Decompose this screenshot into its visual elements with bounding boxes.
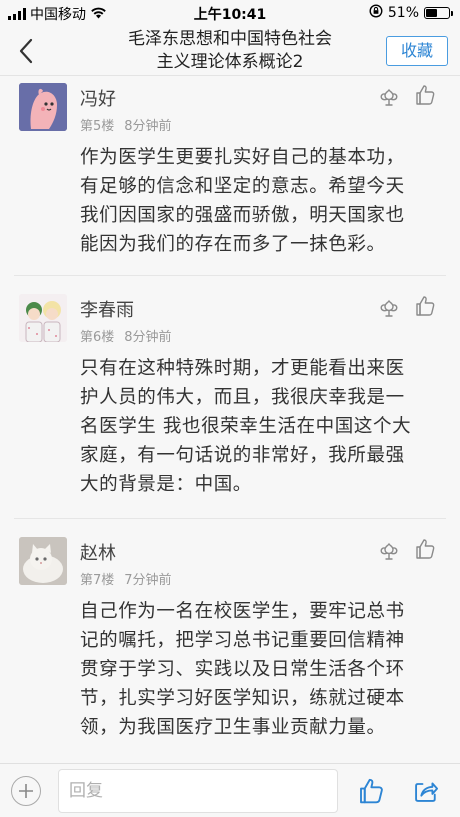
page-title-line1: 毛泽东思想和中国特色社会	[128, 29, 332, 49]
avatar[interactable]	[19, 537, 67, 585]
commenter-name: 冯好	[80, 89, 116, 110]
comment-line: 自己作为一名在校医学生，要牢记总书	[80, 601, 405, 622]
comment-line: 领，为我国医疗卫生事业贡献力量。	[80, 717, 386, 738]
floor-number: 第6楼	[80, 330, 115, 345]
comment-item: 李春雨 第6楼 8分钟前 只有在这种特殊时期，才更能看出来医 护人员的伟大，而且，…	[0, 276, 460, 519]
nav-bar: 毛泽东思想和中国特色社会 主义理论体系概论2 收藏	[0, 26, 460, 76]
share-icon	[415, 782, 439, 802]
thumbs-up-icon[interactable]	[413, 83, 437, 107]
share-button[interactable]	[412, 777, 440, 805]
comment-line: 能因为我们的存在而多了一抹色彩。	[80, 234, 386, 255]
comment-body: 作为医学生更要扎实好自己的基本功， 有足够的信念和坚定的意志。希望今天 我们因国…	[80, 143, 420, 259]
comment-time: 8分钟前	[124, 119, 172, 134]
avatar[interactable]	[19, 83, 67, 131]
thumbs-up-icon	[360, 778, 383, 804]
back-arrow-icon	[19, 38, 33, 64]
comment-line: 节，扎实学习好医学知识，练就过硬本	[80, 688, 405, 709]
commenter-name: 赵林	[80, 543, 116, 564]
comment-line: 记的嘱托，把学习总书记重要回信精神	[80, 630, 405, 651]
page-title: 毛泽东思想和中国特色社会 主义理论体系概论2	[80, 28, 380, 74]
comment-feed[interactable]: 冯好 第5楼 8分钟前 作为医学生更要扎实好自己的基本功， 有足够的信念和坚定的意…	[0, 77, 460, 763]
back-button[interactable]	[12, 36, 40, 66]
battery-icon	[424, 7, 453, 19]
comment-item: 赵林 第7楼 7分钟前 自己作为一名在校医学生，要牢记总书 记的嘱托，把学习总书记…	[0, 519, 460, 763]
flower-icon[interactable]	[377, 85, 401, 109]
bottom-bar	[0, 763, 460, 817]
flower-icon[interactable]	[377, 296, 401, 320]
comment-body: 自己作为一名在校医学生，要牢记总书 记的嘱托，把学习总书记重要回信精神 贯穿于学…	[80, 597, 420, 742]
status-right: 51%	[369, 4, 453, 22]
comment-time: 8分钟前	[124, 330, 172, 345]
battery-percent: 51%	[387, 5, 419, 21]
commenter-name: 李春雨	[80, 300, 134, 321]
reply-input[interactable]	[58, 769, 338, 813]
comment-meta: 第6楼 8分钟前	[80, 326, 172, 345]
plus-icon	[19, 784, 33, 798]
thumbs-up-icon[interactable]	[413, 537, 437, 561]
comment-line: 大的背景是：中国。	[80, 474, 252, 495]
comment-line: 家庭，有一句话说的非常好，我所最强	[80, 445, 405, 466]
lock-rotation-icon	[369, 4, 383, 22]
comment-line: 贯穿于学习、实践以及日常生活各个环	[80, 659, 405, 680]
comment-meta: 第7楼 7分钟前	[80, 569, 172, 588]
floor-number: 第7楼	[80, 573, 115, 588]
comment-time: 7分钟前	[124, 573, 172, 588]
page-title-line2: 主义理论体系概论2	[156, 52, 304, 72]
floor-number: 第5楼	[80, 119, 115, 134]
comment-line: 只有在这种特殊时期，才更能看出来医	[80, 358, 405, 379]
favorite-button[interactable]: 收藏	[386, 36, 448, 66]
comment-item: 冯好 第5楼 8分钟前 作为医学生更要扎实好自己的基本功， 有足够的信念和坚定的意…	[0, 77, 460, 276]
plus-button[interactable]	[11, 776, 41, 806]
comment-line: 有足够的信念和坚定的意志。希望今天	[80, 176, 405, 197]
comment-body: 只有在这种特殊时期，才更能看出来医 护人员的伟大，而且，我很庆幸我是一 名医学生…	[80, 354, 420, 499]
comment-line: 作为医学生更要扎实好自己的基本功，	[80, 147, 405, 168]
flower-icon[interactable]	[377, 539, 401, 563]
comment-meta: 第5楼 8分钟前	[80, 115, 172, 134]
avatar[interactable]	[19, 294, 67, 342]
status-bar: 中国移动 上午10:41 51%	[0, 0, 460, 26]
comment-line: 我们因国家的强盛而骄傲，明天国家也	[80, 205, 405, 226]
thumbs-up-icon[interactable]	[413, 294, 437, 318]
comment-line: 名医学生 我也很荣幸生活在中国这个大	[80, 416, 412, 437]
like-button[interactable]	[356, 776, 386, 806]
comment-line: 护人员的伟大，而且，我很庆幸我是一	[80, 387, 405, 408]
